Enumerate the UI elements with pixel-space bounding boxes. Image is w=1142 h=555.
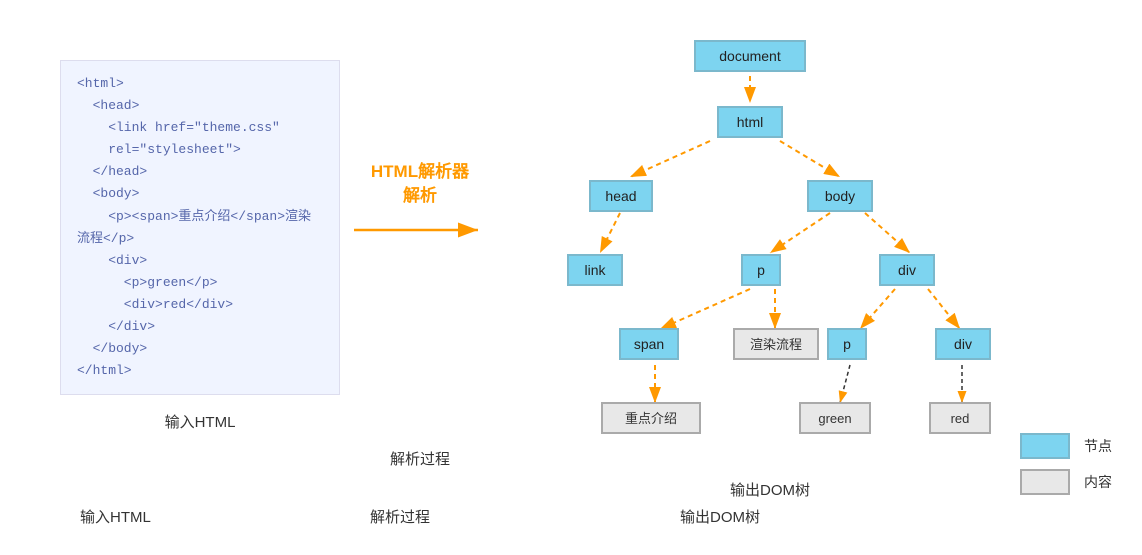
- arrow-bottom-label: 解析过程: [340, 448, 500, 469]
- svg-text:link: link: [584, 262, 606, 278]
- svg-text:p: p: [757, 262, 765, 278]
- arrow-label: HTML解析器 解析: [340, 160, 500, 208]
- code-line-11: </div>: [77, 319, 155, 334]
- svg-text:div: div: [898, 262, 916, 278]
- svg-text:green: green: [818, 411, 851, 426]
- legend-node-box: [1020, 433, 1070, 459]
- svg-text:渲染流程: 渲染流程: [750, 337, 802, 352]
- legend-content-box: [1020, 469, 1070, 495]
- code-block: <html> <head> <link href="theme.css" rel…: [60, 60, 340, 395]
- output-label: 输出DOM树: [680, 506, 760, 527]
- code-line-2: <head>: [77, 98, 139, 113]
- code-line-7: <p><span>重点介绍</span>渲染流程</p>: [77, 209, 311, 246]
- svg-text:head: head: [605, 188, 636, 204]
- legend: 节点 内容: [1020, 433, 1112, 505]
- code-line-4: rel="stylesheet">: [77, 142, 241, 157]
- legend-node-item: 节点: [1020, 433, 1112, 459]
- code-line-12: </body>: [77, 341, 147, 356]
- code-section: <html> <head> <link href="theme.css" rel…: [60, 60, 340, 432]
- dom-tree-svg: document html head body link p div span …: [490, 25, 1050, 485]
- svg-text:p: p: [843, 336, 851, 352]
- legend-content-item: 内容: [1020, 469, 1112, 495]
- input-label: 输入HTML: [80, 506, 151, 527]
- legend-content-label: 内容: [1084, 472, 1112, 492]
- arrow-icon: [350, 212, 490, 248]
- code-bottom-label: 输入HTML: [60, 411, 340, 432]
- svg-text:span: span: [634, 336, 664, 352]
- legend-node-label: 节点: [1084, 436, 1112, 456]
- code-line-9: <p>green</p>: [77, 275, 217, 290]
- code-line-1: <html>: [77, 76, 124, 91]
- code-line-10: <div>red</div>: [77, 297, 233, 312]
- svg-text:red: red: [951, 411, 970, 426]
- svg-text:html: html: [737, 114, 763, 130]
- tree-section: document html head body link p div span …: [490, 25, 1050, 485]
- svg-text:重点介绍: 重点介绍: [625, 411, 677, 426]
- arrow-section: HTML解析器 解析 解析过程: [340, 160, 500, 469]
- svg-text:body: body: [825, 188, 855, 204]
- code-line-6: <body>: [77, 186, 139, 201]
- tree-bottom-label: 输出DOM树: [490, 479, 1050, 500]
- code-line-5: </head>: [77, 164, 147, 179]
- code-line-8: <div>: [77, 253, 147, 268]
- process-label: 解析过程: [370, 506, 430, 527]
- svg-text:document: document: [719, 48, 781, 64]
- svg-text:div: div: [954, 336, 972, 352]
- code-line-13: </html>: [77, 363, 132, 378]
- code-line-3: <link href="theme.css": [77, 120, 280, 135]
